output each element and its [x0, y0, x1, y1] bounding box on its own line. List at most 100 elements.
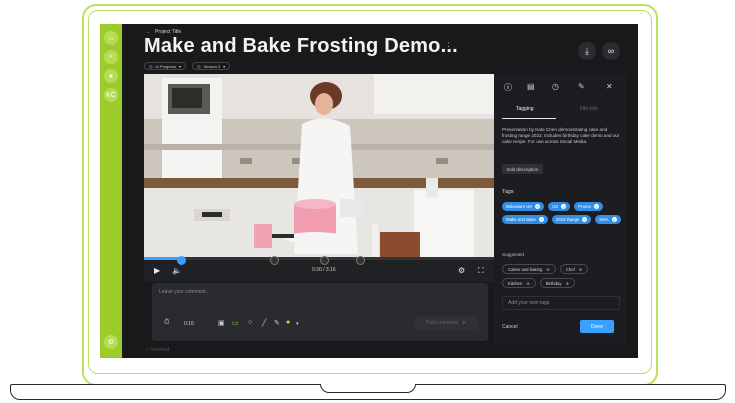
status-chip[interactable]: ◷ In Progress ▾ — [144, 62, 186, 70]
edit-icon[interactable]: ✎ — [578, 82, 585, 91]
tab-tagging[interactable]: Tagging — [516, 106, 534, 112]
sidebar: ⌂ ⌕ ● KC ⚙ — [100, 24, 122, 358]
send-icon: ➤ — [461, 320, 467, 326]
tag-chip[interactable]: 2023 Range × — [551, 215, 592, 224]
tag-chip[interactable]: SMA × — [595, 215, 621, 224]
add-tag-icon[interactable]: ⊕ — [546, 267, 549, 272]
panel-tabs: ⓘ ▤ ◷ ✎ ✕ — [494, 82, 626, 96]
fullscreen-icon[interactable]: ⛶ — [478, 266, 484, 276]
line-tool-icon[interactable]: ╱ — [262, 319, 266, 327]
comment-marker[interactable] — [356, 256, 365, 265]
home-icon[interactable]: ⌂ — [104, 31, 118, 45]
post-comment-button[interactable]: Post comment ➤ — [414, 316, 478, 330]
remove-tag-icon[interactable]: × — [535, 204, 541, 209]
edit-description-button[interactable]: Edit description — [502, 164, 544, 174]
keyboard-icon: ○ — [146, 347, 150, 353]
suggested-tag-label: Chef — [565, 266, 575, 272]
tag-label: Make and Bake — [506, 217, 536, 222]
cancel-button[interactable]: Cancel — [502, 324, 518, 330]
tag-label: 2023 Range — [555, 217, 580, 222]
post-comment-label: Post comment — [425, 320, 458, 326]
video-image — [144, 74, 494, 260]
status-icon: ◷ — [149, 63, 153, 69]
bell-icon[interactable]: ● — [104, 69, 118, 83]
suggested-tag-chip[interactable]: Chef ⊕ — [559, 264, 589, 274]
tag-label: Promo — [578, 204, 591, 209]
suggested-tag-list: Cakes and baking ⊕ Chef ⊕ Kitchen ⊕ Birthda… — [502, 264, 624, 288]
info-icon[interactable]: ⓘ — [504, 82, 512, 93]
status-chip-label: In Progress — [155, 63, 176, 69]
stopwatch-icon[interactable]: ⏱ — [164, 319, 169, 327]
remove-tag-icon[interactable]: × — [611, 217, 617, 222]
side-panel: ⓘ ▤ ◷ ✎ ✕ Tagging File info Presentation… — [494, 74, 626, 344]
comment-time[interactable]: 0:16 — [184, 321, 194, 327]
suggested-tag-chip[interactable]: Cakes and baking ⊕ — [502, 264, 556, 274]
panel-subtabs: Tagging File info — [494, 104, 626, 119]
shortcut-hint[interactable]: ○ Shortcut — [146, 347, 169, 353]
chevron-down-icon: ▾ — [223, 63, 226, 69]
close-icon[interactable]: ✕ — [606, 82, 613, 91]
laptop-notch — [320, 384, 416, 393]
add-tag-input[interactable]: Add your own tags — [502, 296, 620, 310]
tag-label: SMA — [599, 217, 609, 222]
add-tag-icon[interactable]: ⊕ — [579, 267, 582, 272]
link-icon[interactable]: ∞ — [602, 42, 620, 60]
remove-tag-icon[interactable]: × — [561, 204, 567, 209]
tag-chip[interactable]: Promo × — [574, 202, 603, 211]
timecode: 0:30 / 3:16 — [312, 267, 336, 273]
frame-icon[interactable]: ▣ — [218, 319, 225, 327]
play-icon[interactable]: ▶ — [154, 266, 160, 275]
comment-box[interactable]: Leave your comment... ⏱ 0:16 ▣ ▭ ○ ╱ ✎ ●… — [152, 283, 488, 341]
tags-heading: Tags — [502, 189, 514, 195]
circle-tool-icon[interactable]: ○ — [248, 319, 252, 326]
description-text: Presentation by Kate Chen demonstrating … — [502, 127, 620, 145]
tag-label: Bakeware UK — [506, 204, 533, 209]
tab-file-info[interactable]: File info — [580, 106, 598, 112]
list-icon[interactable]: ▤ — [527, 82, 535, 91]
timeline-scrubber[interactable] — [144, 257, 494, 260]
tag-chip[interactable]: UK × — [548, 202, 571, 211]
rectangle-tool-icon[interactable]: ▭ — [232, 319, 239, 327]
download-icon[interactable]: ⤓ — [578, 42, 596, 60]
clock-icon[interactable]: ◷ — [552, 82, 559, 91]
suggested-tag-label: Cakes and baking — [508, 266, 543, 272]
suggested-tag-label: Kitchen — [508, 280, 523, 286]
more-vertical-icon[interactable]: ⋮ — [444, 41, 453, 52]
avatar[interactable]: KC — [104, 88, 118, 102]
suggested-tag-chip[interactable]: Birthday ⊕ — [539, 278, 575, 288]
shortcut-hint-label: Shortcut — [150, 347, 170, 353]
done-button[interactable]: Done — [580, 320, 614, 333]
suggested-tag-chip[interactable]: Kitchen ⊕ — [502, 278, 536, 288]
pen-tool-icon[interactable]: ✎ — [274, 319, 280, 327]
page-title: Make and Bake Frosting Demo... — [144, 35, 458, 57]
timeline-progress — [144, 257, 181, 260]
search-icon[interactable]: ⌕ — [104, 50, 118, 64]
tag-chip[interactable]: Make and Bake × — [502, 215, 548, 224]
app-screen: ⌂ ⌕ ● KC ⚙ ← Project Title Make and Bake… — [100, 24, 638, 358]
remove-tag-icon[interactable]: × — [582, 217, 588, 222]
volume-icon[interactable]: 🔈 — [172, 266, 182, 275]
active-tab-indicator — [502, 118, 556, 119]
comment-input[interactable]: Leave your comment... — [159, 289, 210, 295]
tag-chip[interactable]: Bakeware UK × — [502, 202, 545, 211]
version-chip-label: Version 3 — [203, 63, 221, 69]
remove-tag-icon[interactable]: × — [538, 217, 544, 222]
chevron-down-icon[interactable]: ▾ — [296, 321, 299, 327]
version-chip[interactable]: ◷ Version 3 ▾ — [191, 62, 231, 70]
settings-icon[interactable]: ⚙ — [104, 335, 118, 349]
settings-icon[interactable]: ⚙ — [458, 266, 465, 275]
video-frame[interactable] — [144, 74, 494, 260]
remove-tag-icon[interactable]: × — [593, 204, 599, 209]
color-picker-icon[interactable]: ● — [286, 319, 290, 326]
clock-icon: ◷ — [196, 63, 201, 69]
playhead[interactable] — [177, 256, 186, 265]
player-controls: ▶ 🔈 0:30 / 3:16 ⚙ ⛶ — [144, 256, 494, 282]
add-tag-icon[interactable]: ⊕ — [526, 281, 529, 286]
suggested-heading: Suggested — [502, 252, 524, 257]
suggested-tag-label: Birthday — [545, 280, 562, 286]
add-tag-icon[interactable]: ⊕ — [565, 281, 568, 286]
comment-marker[interactable] — [320, 256, 329, 265]
tag-list: Bakeware UK × UK × Promo × Make and Bake × 2… — [502, 202, 622, 224]
comment-marker[interactable] — [270, 256, 279, 265]
chevron-down-icon: ▾ — [178, 63, 181, 69]
